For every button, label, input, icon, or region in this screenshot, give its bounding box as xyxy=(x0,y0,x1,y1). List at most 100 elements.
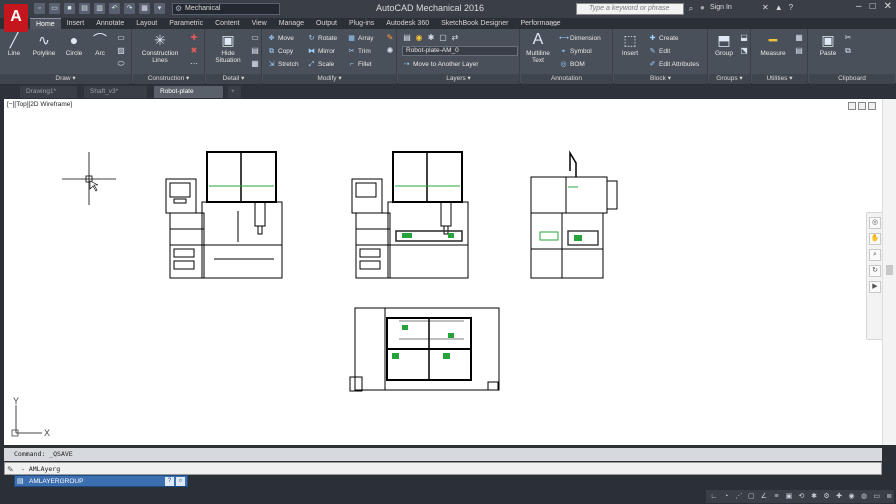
circle-button[interactable]: ● Circle xyxy=(60,32,88,57)
tab-insert[interactable]: Insert xyxy=(61,18,91,29)
bom-button[interactable]: ◎ BOM xyxy=(559,59,584,70)
zoom-icon[interactable]: ⌕ xyxy=(869,249,881,261)
explode-icon[interactable]: ✺ xyxy=(385,46,395,56)
tab-view[interactable]: View xyxy=(246,18,273,29)
layer-dropdown[interactable]: Robot-plate-AM_0 xyxy=(402,46,518,56)
open-folder-icon[interactable]: ▭ xyxy=(49,3,60,14)
tab-layout[interactable]: Layout xyxy=(130,18,163,29)
array-button[interactable]: ▦ Array xyxy=(347,33,373,44)
object-snap-icon[interactable]: ▢ xyxy=(747,491,757,502)
construction-panel-title[interactable]: Construction ▾ xyxy=(133,74,204,84)
showmotion-icon[interactable]: ▶ xyxy=(869,281,881,293)
mirror-button[interactable]: ⧓ Mirror xyxy=(307,46,335,57)
close-icon[interactable]: ✕ xyxy=(884,1,892,12)
help-icon[interactable]: ? xyxy=(165,477,174,486)
doc-tab-robot-plate[interactable]: Robot-plate xyxy=(154,86,224,98)
layer-lock-icon[interactable]: ▢ xyxy=(438,33,448,43)
doc-tab-shaft[interactable]: Shaft_v3* xyxy=(84,86,148,98)
hatch-icon[interactable]: ▨ xyxy=(116,46,126,56)
layers-panel-title[interactable]: Layers ▾ xyxy=(398,74,519,84)
snap-tracking-icon[interactable]: ∠ xyxy=(759,491,769,502)
tab-autodesk-360[interactable]: Autodesk 360 xyxy=(380,18,435,29)
tab-parametric[interactable]: Parametric xyxy=(163,18,209,29)
ellipse-icon[interactable]: ⬭ xyxy=(116,59,126,69)
utilities-panel-title[interactable]: Utilities ▾ xyxy=(752,74,807,84)
minimize-icon[interactable]: – xyxy=(856,1,862,12)
tab-performance[interactable]: Performance xyxy=(514,18,566,29)
groups-panel-title[interactable]: Groups ▾ xyxy=(709,74,750,84)
modify-panel-title[interactable]: Modify ▾ xyxy=(263,74,396,84)
layer-on-icon[interactable]: ◉ xyxy=(414,33,424,43)
detail-icon-1[interactable]: ▭ xyxy=(250,33,260,43)
detail-panel-title[interactable]: Detail ▾ xyxy=(206,74,261,84)
utility-icon-1[interactable]: ▦ xyxy=(794,33,804,43)
maximize-icon[interactable]: □ xyxy=(870,1,876,12)
ortho-icon[interactable]: ∟ xyxy=(709,491,719,502)
lineweight-icon[interactable]: ≡ xyxy=(772,491,782,502)
binoculars-icon[interactable]: ⌕ xyxy=(685,3,697,15)
customization-icon[interactable]: ≣ xyxy=(884,491,894,502)
help-icon[interactable]: ? xyxy=(789,3,793,12)
tab-sketchbook-designer[interactable]: SketchBook Designer xyxy=(435,18,514,29)
hardware-acceleration-icon[interactable]: ◍ xyxy=(859,491,869,502)
sign-in-button[interactable]: Sign In xyxy=(700,3,732,12)
plot-icon[interactable]: ▦ xyxy=(139,3,150,14)
annotation-monitor-icon[interactable]: ✚ xyxy=(834,491,844,502)
polyline-button[interactable]: ∿ Polyline xyxy=(29,32,59,57)
group-button[interactable]: ⬒ Group xyxy=(711,32,737,57)
erase-icon[interactable]: ✎ xyxy=(385,33,395,43)
workspace-dropdown[interactable]: Mechanical xyxy=(172,3,280,15)
save-icon[interactable]: ■ xyxy=(64,3,75,14)
trim-button[interactable]: ✂ Trim xyxy=(347,46,371,57)
isodraft-icon[interactable]: ⋰ xyxy=(734,491,744,502)
move-button[interactable]: ✥ Move xyxy=(267,33,294,44)
utility-icon-2[interactable]: ▤ xyxy=(794,46,804,56)
workspace-switch-icon[interactable]: ⚙ xyxy=(822,491,832,502)
dimension-button[interactable]: ⟷Dimension xyxy=(559,33,601,44)
clipboard-panel-title[interactable]: Clipboard xyxy=(809,74,895,84)
annotation-scale-icon[interactable]: ✱ xyxy=(809,491,819,502)
tab-annotate[interactable]: Annotate xyxy=(90,18,130,29)
undo-icon[interactable]: ↶ xyxy=(109,3,120,14)
scale-button[interactable]: ⤢ Scale xyxy=(307,59,335,70)
new-tab-button[interactable]: + xyxy=(228,86,242,98)
fillet-button[interactable]: ⌐ Fillet xyxy=(347,59,371,70)
rotate-button[interactable]: ↻ Rotate xyxy=(307,33,338,44)
doc-tab-drawing1[interactable]: Drawing1* xyxy=(20,86,78,98)
pan-icon[interactable]: ✋ xyxy=(869,233,881,245)
copy-button[interactable]: ⧉ Copy xyxy=(267,46,293,57)
construction-delete-icon[interactable]: ✖ xyxy=(189,46,199,56)
symbol-button[interactable]: ⌖ Symbol xyxy=(559,46,592,57)
selection-cycling-icon[interactable]: ⟲ xyxy=(797,491,807,502)
layer-match-icon[interactable]: ⇄ xyxy=(450,33,460,43)
isolate-objects-icon[interactable]: ◉ xyxy=(847,491,857,502)
insert-block-button[interactable]: ⬚ Insert xyxy=(616,32,644,57)
command-input[interactable] xyxy=(21,464,621,474)
exchange-icon[interactable]: ✕ xyxy=(762,3,769,12)
detail-icon-3[interactable]: ▦ xyxy=(250,59,260,69)
new-file-icon[interactable]: ▫ xyxy=(34,3,45,14)
orbit-icon[interactable]: ↻ xyxy=(869,265,881,277)
stretch-button[interactable]: ⇲ Stretch xyxy=(267,59,299,70)
tab-plug-ins[interactable]: Plug-ins xyxy=(343,18,380,29)
wrench-icon[interactable]: ✎ xyxy=(7,464,14,475)
share-icon[interactable]: ▾ xyxy=(154,3,165,14)
create-block-button[interactable]: ✚ Create xyxy=(648,33,679,44)
arc-button[interactable]: ⌒ Arc xyxy=(88,32,112,57)
web-search-icon[interactable]: ⌕ xyxy=(176,477,185,486)
copy-clip-icon[interactable]: ⧉ xyxy=(843,46,853,56)
group-edit-icon[interactable]: ⬔ xyxy=(739,46,749,56)
ribbon-minimize-icon[interactable]: ▭ xyxy=(550,18,558,29)
application-menu-button[interactable]: A xyxy=(4,4,28,32)
edit-block-button[interactable]: ✎ Edit xyxy=(648,46,671,57)
paste-button[interactable]: ▣ Paste xyxy=(815,32,841,57)
transparency-icon[interactable]: ▣ xyxy=(784,491,794,502)
ungroup-icon[interactable]: ⬓ xyxy=(739,33,749,43)
edit-attributes-button[interactable]: ✐ Edit Attributes xyxy=(648,59,700,70)
clean-screen-icon[interactable]: ▭ xyxy=(872,491,882,502)
measure-button[interactable]: ━ Measure xyxy=(756,32,790,57)
cut-icon[interactable]: ✂ xyxy=(843,33,853,43)
construction-more-icon[interactable]: ⋯ xyxy=(189,59,199,69)
construction-circle-icon[interactable]: ✚ xyxy=(189,33,199,43)
draw-panel-title[interactable]: Draw ▾ xyxy=(0,74,131,84)
